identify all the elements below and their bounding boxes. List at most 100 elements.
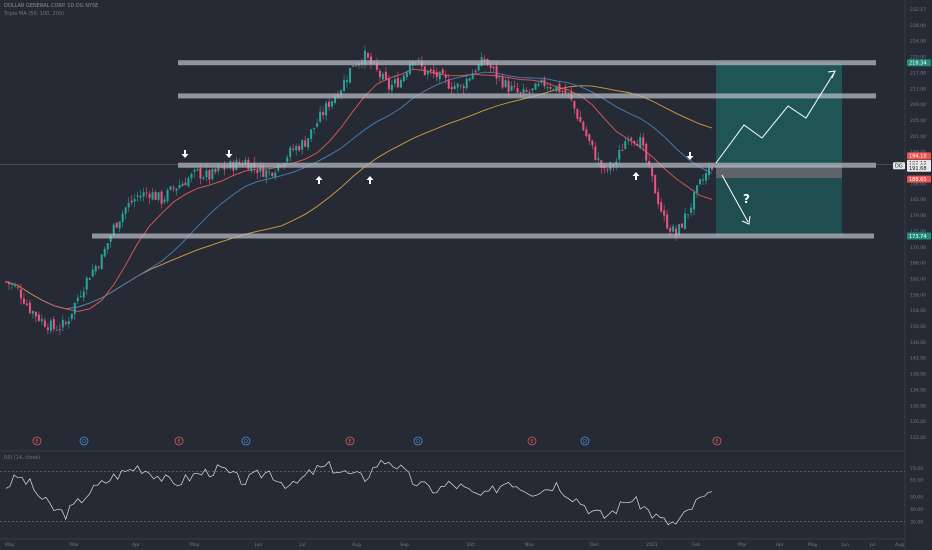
price-axis-tick: 224.00 bbox=[910, 39, 926, 45]
candle bbox=[639, 136, 642, 148]
candle bbox=[630, 137, 633, 140]
candle bbox=[555, 85, 558, 92]
candle bbox=[304, 140, 307, 147]
candle bbox=[519, 92, 522, 93]
candle bbox=[399, 79, 402, 88]
candle bbox=[115, 222, 118, 228]
time-axis-tick: Aug bbox=[895, 542, 904, 548]
candle bbox=[651, 166, 654, 177]
candle bbox=[349, 67, 352, 83]
resistance-band-218 bbox=[178, 60, 876, 66]
candle bbox=[148, 193, 151, 198]
price-badge-label: 188.65 bbox=[909, 177, 927, 183]
candle bbox=[459, 85, 462, 87]
rsi-line bbox=[5, 459, 713, 526]
price-axis-tick: 154.00 bbox=[910, 308, 926, 314]
downside-target-zone bbox=[716, 178, 842, 236]
candle bbox=[381, 73, 384, 80]
candle bbox=[468, 78, 471, 81]
time-axis-tick: Mar bbox=[738, 542, 747, 548]
price-axis-tick: 201.00 bbox=[910, 134, 926, 140]
candle bbox=[663, 210, 666, 216]
candle bbox=[172, 187, 175, 189]
candle bbox=[7, 281, 10, 285]
candle bbox=[19, 289, 22, 299]
candle bbox=[346, 80, 349, 83]
touch-arrow-4-shape bbox=[366, 176, 374, 184]
event-marker-label: E bbox=[35, 439, 38, 445]
touch-arrow-5 bbox=[632, 172, 640, 180]
candle bbox=[307, 138, 310, 148]
event-marker-label: E bbox=[715, 439, 718, 445]
candle bbox=[298, 146, 301, 151]
candle bbox=[256, 170, 259, 174]
candle bbox=[79, 295, 82, 297]
candle bbox=[618, 150, 621, 160]
candle bbox=[130, 200, 133, 203]
candle bbox=[103, 248, 106, 257]
time-axis-tick: Apr bbox=[776, 542, 784, 548]
candle bbox=[402, 75, 405, 82]
candle bbox=[594, 146, 597, 160]
candle bbox=[549, 86, 552, 89]
candle bbox=[525, 90, 528, 92]
candle bbox=[492, 66, 495, 69]
candle bbox=[166, 190, 169, 202]
rsi-axis-tick: 30.00 bbox=[910, 520, 923, 526]
candle bbox=[31, 311, 34, 314]
candle bbox=[426, 71, 429, 75]
candle bbox=[187, 178, 190, 187]
candle bbox=[64, 322, 67, 324]
candle bbox=[444, 74, 447, 78]
resistance-band-209 bbox=[178, 93, 876, 99]
candle bbox=[316, 123, 319, 127]
candle bbox=[654, 175, 657, 194]
price-badge-label: 191.68 bbox=[909, 166, 927, 172]
candle bbox=[387, 78, 390, 90]
price-badge-label: 173.74 bbox=[909, 234, 927, 240]
candle bbox=[546, 87, 549, 89]
candle bbox=[118, 221, 121, 229]
candle bbox=[139, 195, 142, 198]
candle bbox=[588, 134, 591, 141]
candle bbox=[495, 66, 498, 79]
candle bbox=[441, 69, 444, 74]
candle bbox=[310, 129, 313, 140]
candle bbox=[597, 158, 600, 160]
candle bbox=[136, 195, 139, 197]
candle bbox=[390, 84, 393, 91]
candle bbox=[453, 85, 456, 90]
price-axis-tick: 217.00 bbox=[910, 70, 926, 76]
pivot-band-192 bbox=[178, 162, 876, 168]
candle bbox=[16, 287, 19, 288]
price-axis-tick: 134.00 bbox=[910, 387, 926, 393]
price-axis-tick: 182.00 bbox=[910, 197, 926, 203]
touch-arrow-3-shape bbox=[315, 176, 323, 184]
upside-target-zone bbox=[716, 62, 842, 166]
candle bbox=[645, 143, 648, 161]
candle bbox=[292, 148, 295, 150]
candle bbox=[121, 213, 124, 222]
candle bbox=[100, 254, 103, 270]
candle bbox=[579, 117, 582, 123]
candle bbox=[13, 285, 16, 287]
candle bbox=[196, 169, 199, 171]
price-axis-tick: 179.00 bbox=[910, 213, 926, 219]
candle bbox=[501, 77, 504, 88]
candle bbox=[642, 137, 645, 146]
price-badge-label: 218.34 bbox=[909, 61, 927, 67]
time-axis-tick: May bbox=[190, 542, 200, 548]
candle bbox=[52, 319, 55, 329]
time-axis-tick: Feb bbox=[692, 542, 700, 548]
candle bbox=[205, 170, 208, 177]
time-axis-tick: May bbox=[808, 542, 818, 548]
candle bbox=[85, 277, 88, 290]
candle bbox=[405, 72, 408, 78]
candle bbox=[61, 320, 64, 328]
candle bbox=[537, 83, 540, 86]
time-axis-tick: May bbox=[5, 542, 15, 548]
price-chart[interactable]: ?E D E D E D E D E232.17228.00224.00220.00217.00… bbox=[0, 0, 932, 550]
candle bbox=[393, 79, 396, 84]
question-mark-label: ? bbox=[743, 192, 750, 206]
candle bbox=[696, 185, 699, 193]
